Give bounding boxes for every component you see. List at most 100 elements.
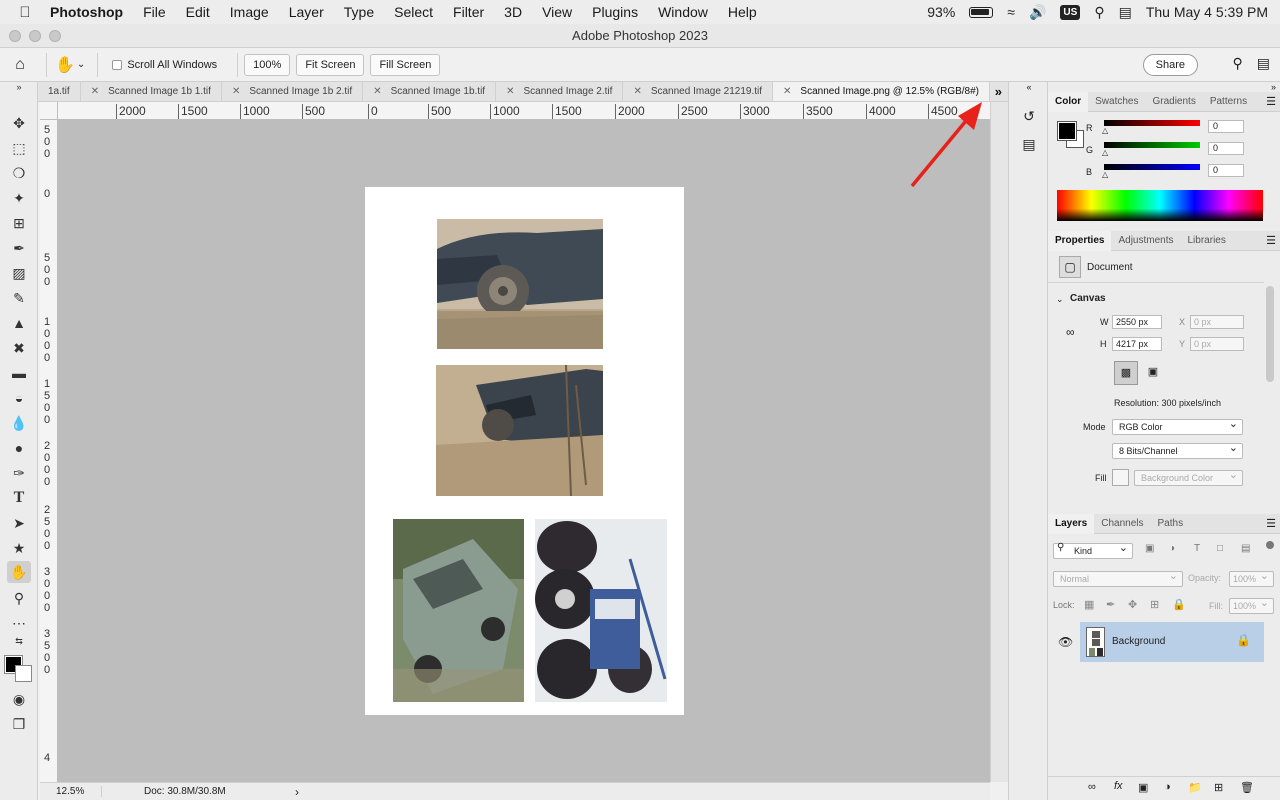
tab-scanned-1b-2[interactable]: ✕ Scanned Image 1b 2.tif: [222, 82, 364, 101]
color-swatches[interactable]: [4, 655, 35, 686]
close-icon[interactable]: ✕: [633, 86, 641, 97]
tab-scanned-1b[interactable]: ✕ Scanned Image 1b.tif: [363, 82, 497, 101]
home-icon[interactable]: ⌂: [0, 56, 40, 74]
tab-scanned-image-png[interactable]: ✕ Scanned Image.png @ 12.5% (RGB/8#): [773, 82, 991, 101]
tab-scanned-1b-1[interactable]: ✕ Scanned Image 1b 1.tif: [81, 82, 222, 101]
new-group-folder-icon[interactable]: 📁: [1188, 781, 1202, 794]
close-icon[interactable]: ✕: [232, 86, 240, 97]
hand-tool-preset-icon[interactable]: ✋: [53, 55, 77, 75]
tab-gradients[interactable]: Gradients: [1145, 92, 1202, 112]
tab-scanned-2[interactable]: ✕ Scanned Image 2.tif: [496, 82, 624, 101]
menu-image[interactable]: Image: [220, 4, 279, 20]
new-layer-icon[interactable]: ⊞: [1214, 781, 1223, 794]
swap-colors-icon[interactable]: ⇆: [7, 634, 31, 648]
menu-edit[interactable]: Edit: [176, 4, 220, 20]
control-center-icon[interactable]: ▤: [1119, 4, 1132, 21]
close-icon[interactable]: ✕: [783, 86, 791, 97]
eraser-tool-icon[interactable]: ▬: [7, 362, 31, 384]
zoom-level-field[interactable]: 12.5%: [40, 786, 102, 797]
panel-menu-icon[interactable]: ☰: [1266, 95, 1276, 108]
properties-scrollbar[interactable]: [1266, 286, 1274, 382]
chevron-right-icon[interactable]: ›: [295, 785, 299, 799]
portrait-orientation-icon[interactable]: ▩: [1114, 361, 1138, 385]
width-field[interactable]: 2550 px: [1112, 315, 1162, 329]
fill-select[interactable]: Background Color: [1134, 468, 1243, 486]
move-tool-icon[interactable]: ✥: [7, 112, 31, 134]
fill-screen-button[interactable]: Fill Screen: [370, 53, 441, 76]
background-color-swatch[interactable]: [15, 665, 32, 682]
opacity-field[interactable]: 100%: [1229, 569, 1274, 587]
tab-paths[interactable]: Paths: [1151, 514, 1191, 534]
menu-plugins[interactable]: Plugins: [582, 4, 648, 20]
layer-style-fx-icon[interactable]: fx: [1114, 780, 1123, 792]
lock-position-icon[interactable]: ✥: [1128, 598, 1137, 611]
color-panel-swatches[interactable]: [1057, 121, 1086, 150]
collapse-tools-icon[interactable]: »: [7, 82, 31, 92]
smart-object-filter-icon[interactable]: ▤: [1241, 543, 1250, 554]
clone-stamp-tool-icon[interactable]: ▲: [7, 312, 31, 334]
landscape-orientation-icon[interactable]: ▣: [1143, 365, 1163, 381]
zoom-tool-icon[interactable]: ⚲: [7, 587, 31, 609]
tab-layers[interactable]: Layers: [1048, 513, 1095, 534]
menu-help[interactable]: Help: [718, 4, 767, 20]
lasso-tool-icon[interactable]: ❍: [7, 162, 31, 184]
menu-layer[interactable]: Layer: [279, 4, 334, 20]
close-icon[interactable]: ✕: [506, 86, 514, 97]
green-slider-track[interactable]: [1104, 142, 1200, 148]
add-mask-icon[interactable]: ▣: [1138, 781, 1148, 794]
blue-slider-track[interactable]: [1104, 164, 1200, 170]
expand-dock-icon[interactable]: «: [1020, 82, 1038, 100]
more-tools-icon[interactable]: ⋯: [7, 612, 31, 634]
slider-thumb-icon[interactable]: △: [1102, 170, 1108, 179]
shape-layer-filter-icon[interactable]: □: [1217, 543, 1223, 554]
bit-depth-select[interactable]: 8 Bits/Channel: [1112, 441, 1243, 459]
ruler-corner[interactable]: [40, 102, 58, 120]
menu-file[interactable]: File: [133, 4, 176, 20]
lock-artboard-icon[interactable]: ⊞: [1150, 598, 1159, 611]
red-slider-track[interactable]: [1104, 120, 1200, 126]
foreground-color-swatch[interactable]: [1057, 121, 1077, 141]
type-layer-filter-icon[interactable]: T: [1194, 543, 1200, 554]
lock-image-pixels-icon[interactable]: ✒: [1106, 598, 1115, 611]
menu-filter[interactable]: Filter: [443, 4, 494, 20]
close-icon[interactable]: ✕: [373, 86, 381, 97]
more-tabs-chevron-icon[interactable]: »: [995, 84, 1002, 99]
tab-patterns[interactable]: Patterns: [1203, 92, 1254, 112]
path-selection-tool-icon[interactable]: ➤: [7, 512, 31, 534]
crop-tool-icon[interactable]: ⊞: [7, 212, 31, 234]
blue-value-field[interactable]: 0: [1208, 164, 1244, 177]
fill-field[interactable]: 100%: [1229, 596, 1274, 614]
eyedropper-tool-icon[interactable]: ✒: [7, 237, 31, 259]
green-value-field[interactable]: 0: [1208, 142, 1244, 155]
quick-mask-icon[interactable]: ◉: [7, 688, 31, 710]
close-window-button[interactable]: [9, 30, 21, 42]
slider-thumb-icon[interactable]: △: [1102, 126, 1108, 135]
blend-mode-select[interactable]: Normal: [1053, 569, 1183, 587]
document-canvas[interactable]: [365, 187, 684, 715]
healing-brush-tool-icon[interactable]: ▨: [7, 262, 31, 284]
vertical-ruler[interactable]: 500 0 500 1000 1500 2000 2500 3000 3500 …: [40, 120, 58, 782]
blur-tool-icon[interactable]: 💧: [7, 412, 31, 434]
panel-menu-icon[interactable]: ☰: [1266, 234, 1276, 247]
adjustment-layer-icon[interactable]: ◑: [1164, 781, 1171, 793]
type-tool-icon[interactable]: T: [7, 487, 31, 509]
history-brush-tool-icon[interactable]: ✖: [7, 337, 31, 359]
lock-transparent-icon[interactable]: ▦: [1084, 598, 1094, 611]
search-icon[interactable]: ⚲: [1233, 55, 1243, 72]
marquee-tool-icon[interactable]: ⬚: [7, 137, 31, 159]
tab-channels[interactable]: Channels: [1094, 514, 1150, 534]
menu-photoshop[interactable]: Photoshop: [36, 4, 133, 20]
link-icon[interactable]: ∞: [1066, 325, 1075, 339]
spotlight-search-icon[interactable]: ⚲: [1094, 4, 1104, 21]
hand-tool-icon[interactable]: ✋: [7, 561, 31, 583]
filter-toggle[interactable]: [1266, 541, 1274, 549]
screen-mode-icon[interactable]: ❐: [7, 713, 31, 735]
tab-swatches[interactable]: Swatches: [1088, 92, 1145, 112]
menu-type[interactable]: Type: [334, 4, 384, 20]
menu-3d[interactable]: 3D: [494, 4, 532, 20]
pen-tool-icon[interactable]: ✑: [7, 462, 31, 484]
tab-properties[interactable]: Properties: [1048, 230, 1112, 251]
custom-shape-tool-icon[interactable]: ★: [7, 537, 31, 559]
paint-bucket-tool-icon[interactable]: ◒: [7, 387, 31, 409]
volume-icon[interactable]: 🔊: [1029, 4, 1046, 21]
